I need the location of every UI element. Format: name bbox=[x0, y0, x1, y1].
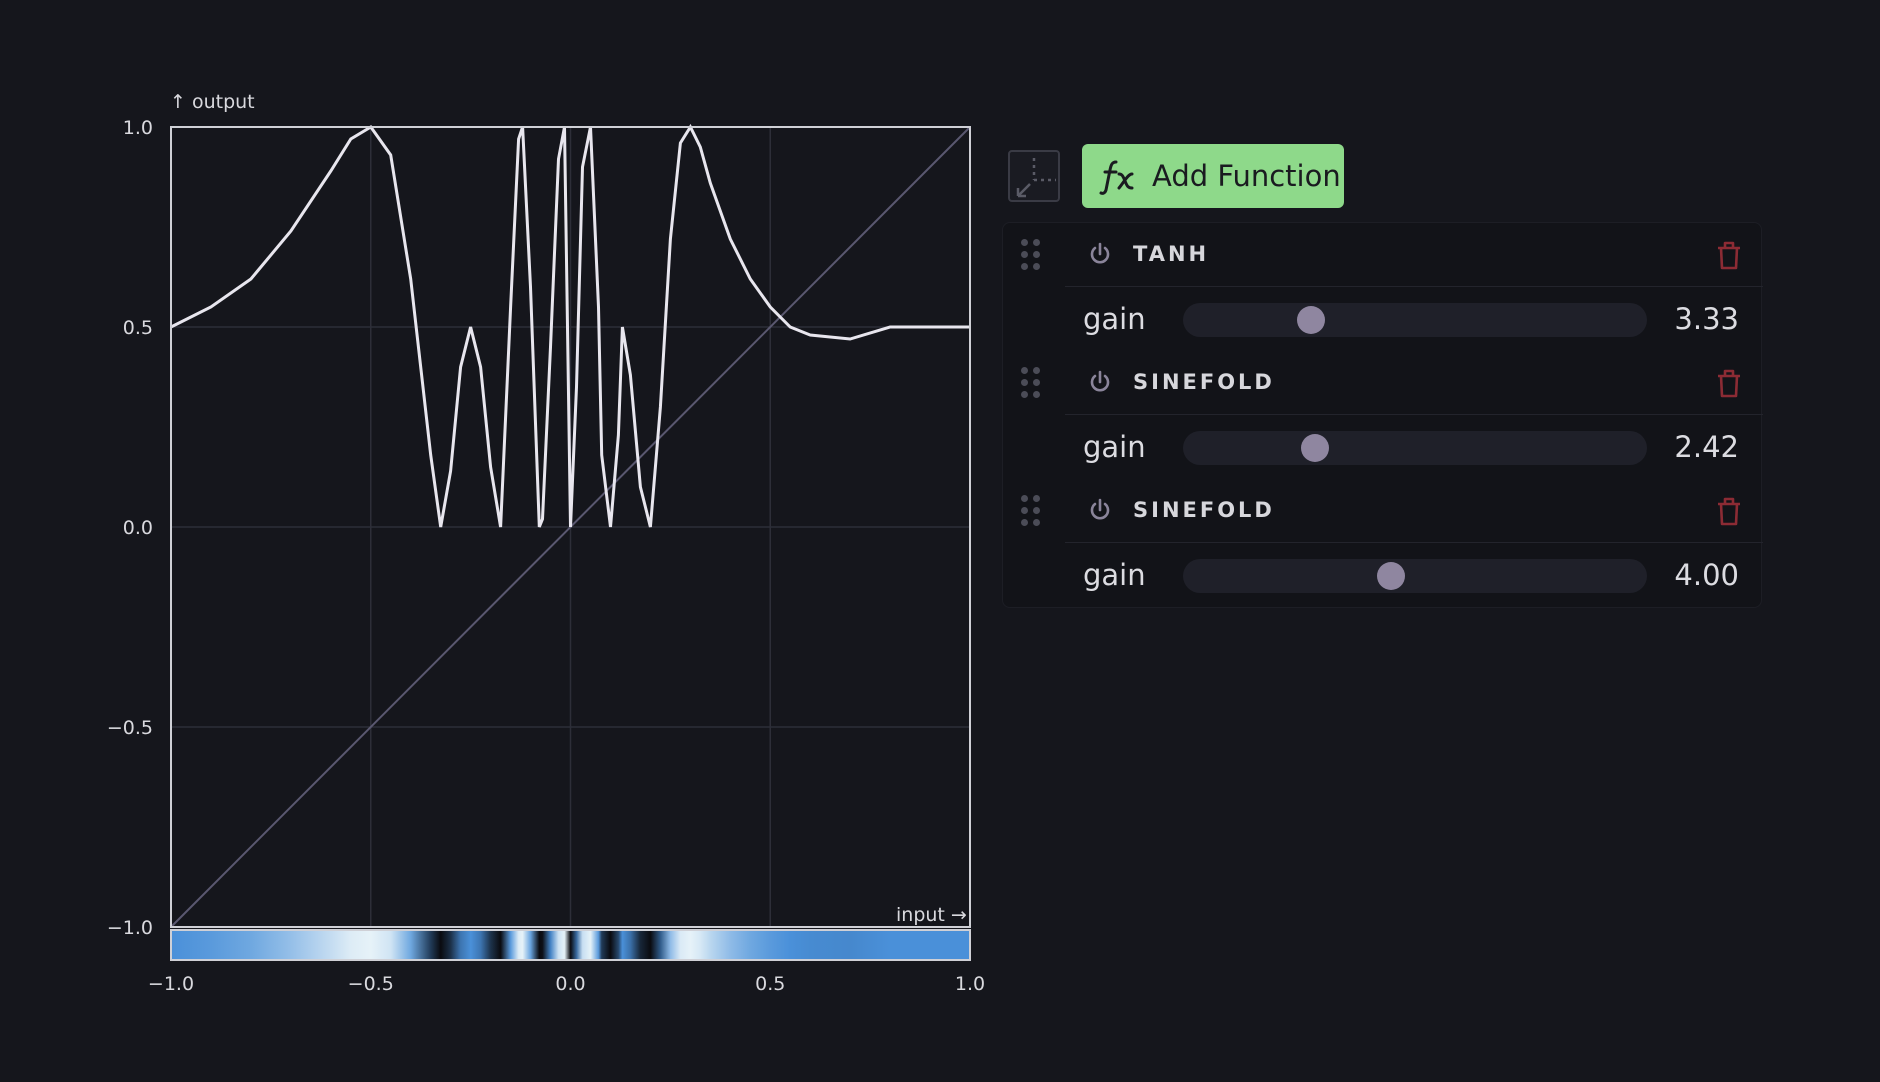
param-value: 2.42 bbox=[1674, 430, 1739, 464]
gain-slider[interactable] bbox=[1183, 303, 1647, 337]
expand-button[interactable] bbox=[1008, 150, 1060, 202]
y-tick-label: 0.0 bbox=[123, 517, 153, 539]
function-name: SINEFOLD bbox=[1133, 370, 1275, 394]
param-label: gain bbox=[1083, 558, 1146, 592]
gain-slider[interactable] bbox=[1183, 559, 1647, 593]
slider-thumb[interactable] bbox=[1301, 434, 1330, 462]
param-value: 3.33 bbox=[1674, 302, 1739, 336]
function-name: SINEFOLD bbox=[1133, 498, 1275, 522]
power-icon[interactable] bbox=[1087, 369, 1113, 395]
gain-slider[interactable] bbox=[1183, 431, 1647, 465]
x-tick-label: −1.0 bbox=[148, 973, 194, 995]
add-function-label: Add Function bbox=[1152, 159, 1341, 193]
drag-handle-icon[interactable] bbox=[1021, 239, 1045, 275]
fx-icon bbox=[1099, 160, 1134, 195]
transfer-chart: 1.0 0.5 0.0 −0.5 −1.0 −1.0 −0.5 0.0 0.5 1.0 ↑ ou… bbox=[107, 91, 985, 995]
y-axis-label: ↑ output bbox=[170, 91, 255, 113]
trash-icon[interactable] bbox=[1714, 367, 1744, 399]
output-gradient-bar bbox=[170, 929, 971, 961]
param-value: 4.00 bbox=[1674, 558, 1739, 592]
power-icon[interactable] bbox=[1087, 241, 1113, 267]
add-function-button[interactable]: Add Function bbox=[1082, 144, 1344, 208]
param-label: gain bbox=[1083, 302, 1146, 336]
x-axis-label: input → bbox=[896, 904, 967, 926]
param-label: gain bbox=[1083, 430, 1146, 464]
function-item: SINEFOLD gain 2.42 bbox=[1003, 351, 1763, 479]
function-header: SINEFOLD bbox=[1065, 479, 1763, 543]
y-tick-label: 0.5 bbox=[123, 317, 153, 339]
function-item: SINEFOLD gain 4.00 bbox=[1003, 479, 1763, 607]
x-tick-label: 1.0 bbox=[955, 973, 985, 995]
slider-thumb[interactable] bbox=[1376, 562, 1405, 590]
slider-thumb[interactable] bbox=[1296, 306, 1325, 334]
x-tick-label: 0.0 bbox=[555, 973, 585, 995]
trash-icon[interactable] bbox=[1714, 239, 1744, 271]
function-item: TANH gain 3.33 bbox=[1003, 223, 1763, 351]
drag-handle-icon[interactable] bbox=[1021, 367, 1045, 403]
expand-arrow-icon bbox=[1016, 158, 1056, 198]
y-tick-label: −1.0 bbox=[107, 917, 153, 939]
x-tick-label: −0.5 bbox=[348, 973, 394, 995]
function-header: TANH bbox=[1065, 223, 1763, 287]
x-tick-label: 0.5 bbox=[755, 973, 785, 995]
function-chain-panel: TANH gain 3.33 SINEFOLD gain 2.42 SINEFO… bbox=[1002, 222, 1763, 608]
x-tick-labels: −1.0 −0.5 0.0 0.5 1.0 bbox=[148, 973, 985, 995]
y-tick-label: 1.0 bbox=[123, 117, 153, 139]
y-tick-labels: 1.0 0.5 0.0 −0.5 −1.0 bbox=[107, 117, 153, 939]
y-tick-label: −0.5 bbox=[107, 717, 153, 739]
trash-icon[interactable] bbox=[1714, 495, 1744, 527]
drag-handle-icon[interactable] bbox=[1021, 495, 1045, 531]
power-icon[interactable] bbox=[1087, 497, 1113, 523]
function-header: SINEFOLD bbox=[1065, 351, 1763, 415]
function-name: TANH bbox=[1133, 242, 1210, 266]
